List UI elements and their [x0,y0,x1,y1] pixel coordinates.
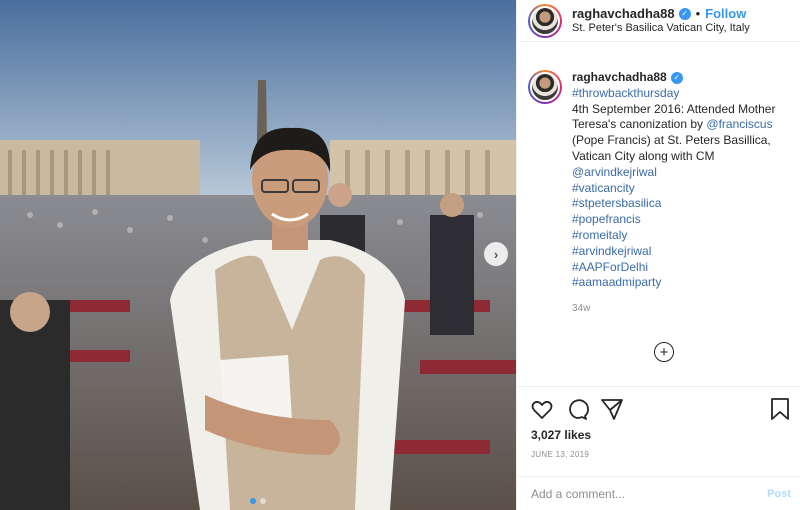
follow-button[interactable]: Follow [705,6,746,22]
hashtag-link[interactable]: #vaticancity [572,181,796,197]
comment-input[interactable] [531,486,768,501]
caption-text: (Pope Francis) at St. Peters Basillica, … [572,133,771,163]
bookmark-icon[interactable] [769,397,791,421]
caption-avatar[interactable] [528,70,562,104]
plus-circle-icon[interactable]: + [654,342,674,362]
post-header: raghavchadha88 ✓ • Follow St. Peter's Ba… [517,0,800,42]
caption-username-link[interactable]: raghavchadha88 [572,70,667,86]
hashtag-link[interactable]: #romeitaly [572,228,796,244]
post-photo[interactable]: › [0,0,516,510]
carousel-next-button[interactable]: › [484,242,508,266]
mention-link[interactable]: @arvindkejriwal [572,165,657,179]
separator-dot: • [695,5,701,21]
carousel-indicator [0,498,516,504]
hashtag-link[interactable]: #throwbackthursday [572,86,796,102]
avatar[interactable] [528,3,562,38]
time-ago: 34w [572,303,591,315]
hashtag-link[interactable]: #stpetersbasilica [572,196,796,212]
hashtag-link[interactable]: #aamaadmiparty [572,275,796,291]
photo-image [0,0,516,510]
carousel-dot-active [250,498,256,504]
comment-bar: Post [517,476,800,510]
hashtag-link[interactable]: #popefrancis [572,212,796,228]
hashtag-link[interactable]: #AAPForDelhi [572,260,796,276]
comment-bubble-icon[interactable] [565,397,589,421]
post-sidebar: raghavchadha88 ✓ • Follow St. Peter's Ba… [516,0,800,510]
post-date: JUNE 13, 2019 [531,450,590,459]
hashtag-link[interactable]: #arvindkejriwal [572,244,796,260]
heart-icon[interactable] [530,397,554,421]
username-link[interactable]: raghavchadha88 [572,6,675,22]
verified-badge-icon: ✓ [678,7,691,20]
chevron-right-icon: › [493,246,499,262]
post-button[interactable]: Post [767,488,791,500]
mention-link[interactable]: @franciscus [706,117,772,131]
likes-count[interactable]: 3,027 likes [531,428,591,442]
post-caption: raghavchadha88 ✓ #throwbackthursday 4th … [528,70,796,317]
verified-badge-icon: ✓ [670,71,683,84]
carousel-dot [260,498,266,504]
post-actions: 3,027 likes JUNE 13, 2019 Post [517,386,800,510]
paper-plane-icon[interactable] [600,397,624,421]
location-link[interactable]: St. Peter's Basilica Vatican City, Italy [572,22,750,36]
